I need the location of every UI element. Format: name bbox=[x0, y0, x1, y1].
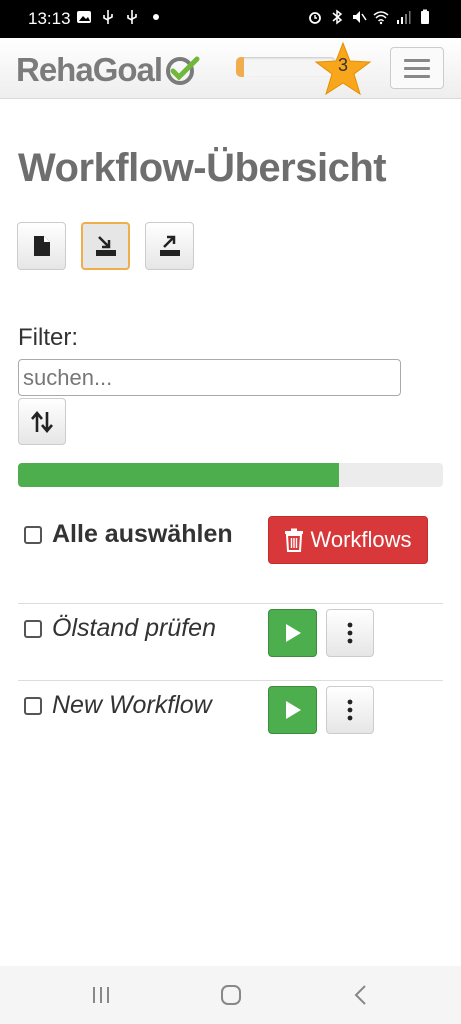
import-icon bbox=[95, 236, 116, 256]
more-vertical-icon bbox=[347, 699, 353, 721]
delete-workflows-label: Workflows bbox=[310, 527, 412, 552]
logo-text: RehaGoal bbox=[16, 51, 163, 88]
back-icon[interactable] bbox=[350, 984, 372, 1006]
divider bbox=[18, 680, 443, 681]
page-title: Workflow-Übersicht bbox=[18, 146, 387, 190]
start-workflow-button[interactable] bbox=[268, 686, 317, 734]
logo[interactable]: RehaGoal bbox=[16, 51, 200, 89]
system-nav-bar bbox=[0, 966, 461, 1024]
workflow-name[interactable]: New Workflow bbox=[52, 691, 212, 720]
play-icon bbox=[285, 701, 301, 719]
progress-bar bbox=[18, 463, 443, 487]
import-button[interactable] bbox=[81, 222, 130, 270]
play-icon bbox=[285, 624, 301, 642]
new-file-icon bbox=[33, 236, 50, 256]
recent-apps-icon[interactable] bbox=[90, 984, 112, 1006]
signal-icon bbox=[397, 11, 411, 24]
search-input[interactable] bbox=[18, 359, 401, 396]
alarm-icon bbox=[309, 12, 321, 24]
status-time: 13:13 bbox=[28, 9, 71, 28]
workflow-options-button[interactable] bbox=[326, 609, 374, 657]
hamburger-icon bbox=[404, 58, 430, 62]
image-icon bbox=[77, 11, 91, 23]
select-all-label: Alle auswählen bbox=[52, 520, 233, 548]
sort-button[interactable] bbox=[18, 398, 66, 445]
filter-label: Filter: bbox=[18, 324, 78, 351]
menu-button[interactable] bbox=[390, 47, 444, 89]
export-icon bbox=[159, 235, 180, 256]
status-bar: 13:13 bbox=[0, 0, 461, 38]
select-all-checkbox[interactable] bbox=[24, 526, 42, 544]
wifi-icon bbox=[373, 11, 389, 25]
usb-icon bbox=[103, 10, 113, 24]
bluetooth-icon bbox=[332, 9, 343, 25]
usb-icon bbox=[127, 10, 137, 24]
start-workflow-button[interactable] bbox=[268, 609, 317, 657]
battery-icon bbox=[421, 9, 429, 24]
workflow-checkbox[interactable] bbox=[24, 620, 42, 638]
new-workflow-button[interactable] bbox=[17, 222, 66, 270]
check-logo-icon bbox=[166, 56, 200, 85]
delete-workflows-button[interactable]: Workflows bbox=[268, 516, 428, 564]
sort-icon bbox=[31, 410, 53, 433]
workflow-options-button[interactable] bbox=[326, 686, 374, 734]
star-level: 3 bbox=[337, 55, 348, 75]
trash-icon bbox=[285, 528, 304, 552]
export-button[interactable] bbox=[145, 222, 194, 270]
mute-icon bbox=[353, 11, 367, 23]
home-icon[interactable] bbox=[220, 984, 242, 1006]
workflow-checkbox[interactable] bbox=[24, 697, 42, 715]
points-progress-fill bbox=[236, 57, 244, 77]
divider bbox=[18, 603, 443, 604]
dot-icon bbox=[153, 14, 159, 20]
more-vertical-icon bbox=[347, 622, 353, 644]
progress-bar-fill bbox=[18, 463, 339, 487]
workflow-name[interactable]: Ölstand prüfen bbox=[52, 614, 216, 643]
